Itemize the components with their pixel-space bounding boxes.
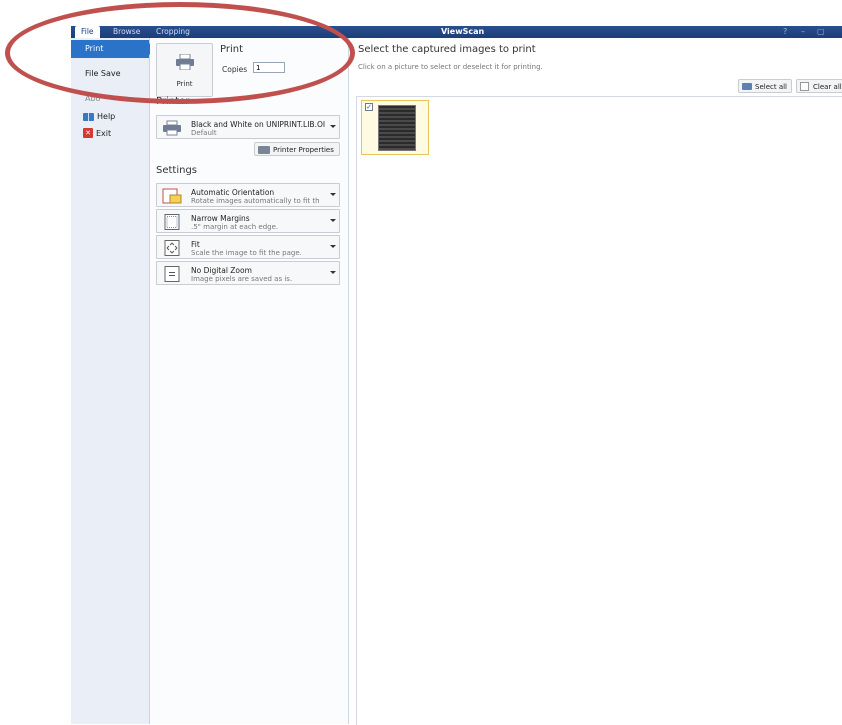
nav-item-file-save[interactable]: File Save bbox=[85, 69, 121, 78]
thumbnail-grid: ✓ bbox=[356, 96, 842, 725]
printer-dropdown[interactable]: Black and White on UNIPRINT.LIB.OI Defau… bbox=[156, 115, 340, 139]
clear-all-label: Clear all bbox=[813, 83, 842, 91]
select-all-label: Select all bbox=[755, 83, 787, 91]
print-button-label: Print bbox=[176, 80, 193, 88]
left-nav: Print File Save Abo Help ✕ Exit bbox=[71, 38, 155, 724]
orientation-title: Automatic Orientation bbox=[191, 188, 275, 197]
settings-heading: Settings bbox=[156, 165, 198, 176]
scaling-title: Fit bbox=[191, 240, 200, 249]
tab-browse[interactable]: Browse bbox=[113, 26, 140, 38]
margins-dropdown[interactable]: Narrow Margins .5" margin at each edge. bbox=[156, 209, 340, 233]
orientation-desc: Rotate images automatically to fit th bbox=[191, 197, 320, 205]
chevron-down-icon bbox=[330, 193, 336, 196]
close-icon: ✕ bbox=[83, 128, 93, 138]
printer-properties-label: Printer Properties bbox=[273, 146, 334, 154]
margins-desc: .5" margin at each edge. bbox=[191, 223, 279, 231]
printer-heading: Printer bbox=[156, 96, 190, 107]
scanned-page-image bbox=[378, 105, 416, 151]
print-button[interactable]: Print bbox=[156, 43, 213, 97]
nav-item-about[interactable]: Abo bbox=[85, 94, 100, 103]
chevron-down-icon bbox=[330, 245, 336, 248]
book-icon bbox=[83, 112, 94, 121]
ribbon-tab-strip: File Browse Cropping ViewScan ? – ▢ bbox=[71, 26, 842, 38]
image-thumbnail[interactable]: ✓ bbox=[361, 100, 429, 155]
nav-item-print-label: Print bbox=[85, 44, 104, 53]
select-images-heading: Select the captured images to print bbox=[358, 44, 536, 55]
copies-label: Copies bbox=[222, 65, 248, 74]
clear-all-button[interactable]: Clear all bbox=[796, 79, 842, 93]
nav-item-help[interactable]: Help bbox=[83, 112, 115, 121]
thumbnail-checkbox[interactable]: ✓ bbox=[365, 103, 373, 111]
print-options-panel: Print Print Copies Printer Black and Whi… bbox=[150, 38, 349, 724]
printer-icon bbox=[258, 146, 270, 154]
scaling-dropdown[interactable]: Fit Scale the image to fit the page. bbox=[156, 235, 340, 259]
fit-page-icon bbox=[164, 240, 180, 256]
orientation-dropdown[interactable]: Automatic Orientation Rotate images auto… bbox=[156, 183, 340, 207]
select-all-button[interactable]: Select all bbox=[738, 79, 792, 93]
minimize-button[interactable]: – bbox=[801, 26, 805, 38]
printer-status: Default bbox=[191, 129, 217, 137]
nav-item-help-label: Help bbox=[97, 112, 116, 121]
printer-name: Black and White on UNIPRINT.LIB.OI bbox=[191, 120, 326, 129]
orientation-icon bbox=[162, 188, 182, 204]
nav-item-print[interactable]: Print bbox=[71, 40, 155, 58]
tab-file[interactable]: File bbox=[75, 26, 100, 38]
chevron-down-icon bbox=[330, 271, 336, 274]
app-title: ViewScan bbox=[441, 27, 485, 36]
printer-icon bbox=[163, 120, 181, 136]
margins-title: Narrow Margins bbox=[191, 214, 250, 223]
zoom-icon bbox=[164, 266, 180, 282]
copies-input[interactable] bbox=[253, 62, 285, 73]
image-selection-pane: Select the captured images to print Clic… bbox=[349, 38, 842, 725]
checkbox-empty-icon bbox=[800, 82, 809, 91]
chevron-down-icon bbox=[330, 125, 336, 128]
zoom-dropdown[interactable]: No Digital Zoom Image pixels are saved a… bbox=[156, 261, 340, 285]
chevron-down-icon bbox=[330, 219, 336, 222]
tab-cropping[interactable]: Cropping bbox=[156, 26, 190, 38]
zoom-desc: Image pixels are saved as is. bbox=[191, 275, 293, 283]
scaling-desc: Scale the image to fit the page. bbox=[191, 249, 302, 257]
restore-button[interactable]: ▢ bbox=[817, 26, 825, 38]
printer-properties-button[interactable]: Printer Properties bbox=[254, 142, 340, 156]
print-heading: Print bbox=[220, 44, 244, 55]
nav-item-exit-label: Exit bbox=[96, 128, 112, 138]
margins-icon bbox=[164, 214, 180, 230]
nav-item-exit[interactable]: ✕ Exit bbox=[83, 128, 111, 138]
select-images-instructions: Click on a picture to select or deselect… bbox=[358, 63, 543, 71]
zoom-title: No Digital Zoom bbox=[191, 266, 252, 275]
select-all-icon bbox=[742, 83, 752, 90]
help-circle-icon[interactable]: ? bbox=[783, 26, 787, 38]
printer-icon bbox=[176, 54, 194, 70]
